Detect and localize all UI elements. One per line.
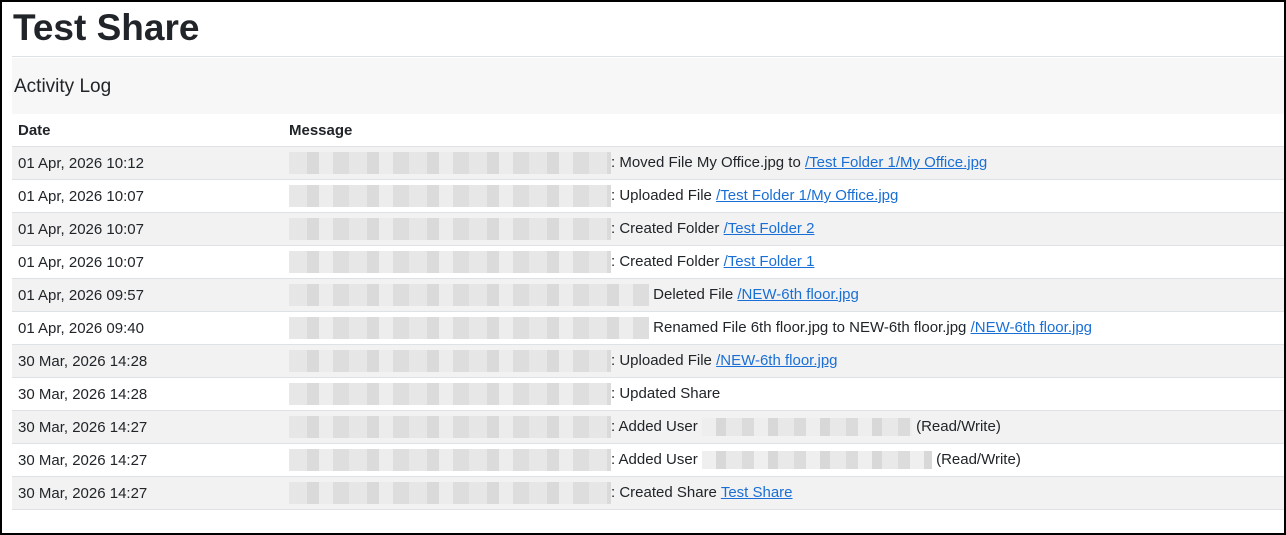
row-date: 30 Mar, 2026 14:27 — [12, 443, 283, 477]
message-text: Created Share — [619, 483, 721, 501]
redacted-actor — [289, 449, 611, 471]
message-link[interactable]: /NEW-6th floor.jpg — [737, 286, 858, 303]
page-frame: Test Share Activity Log Date Message 01 … — [0, 0, 1286, 535]
row-message: Renamed File 6th floor.jpg to NEW-6th fl… — [283, 311, 1284, 345]
message-link[interactable]: /Test Folder 1/My Office.jpg — [716, 187, 898, 204]
message-text: Created Folder — [619, 219, 724, 237]
redacted-actor — [289, 185, 611, 207]
row-message: : Moved File My Office.jpg to /Test Fold… — [283, 146, 1284, 180]
row-message: Deleted File /NEW-6th floor.jpg — [283, 278, 1284, 312]
row-date: 01 Apr, 2026 10:12 — [12, 146, 283, 180]
table-header-row: Date Message — [12, 115, 1284, 147]
row-date: 01 Apr, 2026 10:07 — [12, 212, 283, 246]
table-row: 01 Apr, 2026 09:40 Renamed File 6th floo… — [12, 311, 1284, 345]
message-suffix: (Read/Write) — [931, 450, 1021, 468]
redacted-actor — [289, 284, 649, 306]
message-text: Uploaded File — [619, 186, 717, 204]
table-row: 30 Mar, 2026 14:28: Updated Share — [12, 377, 1284, 411]
table-row: 30 Mar, 2026 14:28: Uploaded File /NEW-6… — [12, 344, 1284, 378]
title-divider — [12, 56, 1284, 57]
message-text: Uploaded File — [619, 351, 717, 369]
message-link[interactable]: Test Share — [721, 484, 793, 501]
row-message: : Updated Share — [283, 377, 1284, 411]
message-link[interactable]: /Test Folder 1 — [724, 253, 815, 270]
message-text: Added User — [618, 450, 702, 468]
message-text: Moved File My Office.jpg to — [619, 153, 805, 171]
message-separator: : — [611, 417, 619, 435]
row-message: : Uploaded File /NEW-6th floor.jpg — [283, 344, 1284, 378]
row-message: : Added User (Read/Write) — [283, 443, 1284, 477]
redacted-actor — [289, 383, 611, 405]
message-text: Added User — [618, 417, 702, 435]
message-separator: : — [611, 450, 619, 468]
row-date: 01 Apr, 2026 10:07 — [12, 245, 283, 279]
row-message: : Uploaded File /Test Folder 1/My Office… — [283, 179, 1284, 213]
redacted-user — [701, 418, 912, 436]
message-text: Updated Share — [619, 384, 721, 402]
section-header: Activity Log — [12, 58, 1284, 114]
page-title: Test Share — [13, 7, 200, 48]
message-text: Renamed File 6th floor.jpg to NEW-6th fl… — [653, 318, 971, 336]
message-suffix: (Read/Write) — [911, 417, 1001, 435]
redacted-user — [701, 451, 932, 469]
row-date: 30 Mar, 2026 14:27 — [12, 476, 283, 510]
activity-log-table: Date Message 01 Apr, 2026 10:12: Moved F… — [12, 115, 1284, 510]
redacted-actor — [289, 482, 611, 504]
row-message: : Created Folder /Test Folder 2 — [283, 212, 1284, 246]
table-row: 30 Mar, 2026 14:27: Added User (Read/Wri… — [12, 443, 1284, 477]
row-date: 30 Mar, 2026 14:28 — [12, 344, 283, 378]
table-row: 01 Apr, 2026 10:12: Moved File My Office… — [12, 146, 1284, 180]
redacted-actor — [289, 152, 611, 174]
table-row: 01 Apr, 2026 10:07: Uploaded File /Test … — [12, 179, 1284, 213]
message-text: Deleted File — [653, 285, 738, 303]
table-row: 01 Apr, 2026 10:07: Created Folder /Test… — [12, 245, 1284, 279]
section-title: Activity Log — [14, 76, 112, 97]
redacted-actor — [289, 317, 649, 339]
redacted-actor — [289, 350, 611, 372]
row-message: : Added User (Read/Write) — [283, 410, 1284, 444]
row-message: : Created Share Test Share — [283, 476, 1284, 510]
redacted-actor — [289, 218, 611, 240]
activity-log-body: 01 Apr, 2026 10:12: Moved File My Office… — [12, 146, 1284, 510]
date-column-header: Date — [12, 115, 283, 147]
redacted-actor — [289, 251, 611, 273]
message-link[interactable]: /NEW-6th floor.jpg — [716, 352, 837, 369]
redacted-actor — [289, 416, 611, 438]
row-message: : Created Folder /Test Folder 1 — [283, 245, 1284, 279]
message-link[interactable]: /Test Folder 1/My Office.jpg — [805, 154, 987, 171]
row-date: 30 Mar, 2026 14:27 — [12, 410, 283, 444]
table-row: 30 Mar, 2026 14:27: Created Share Test S… — [12, 476, 1284, 510]
row-date: 30 Mar, 2026 14:28 — [12, 377, 283, 411]
table-row: 01 Apr, 2026 10:07: Created Folder /Test… — [12, 212, 1284, 246]
message-link[interactable]: /NEW-6th floor.jpg — [971, 319, 1092, 336]
table-row: 30 Mar, 2026 14:27: Added User (Read/Wri… — [12, 410, 1284, 444]
row-date: 01 Apr, 2026 09:57 — [12, 278, 283, 312]
message-link[interactable]: /Test Folder 2 — [724, 220, 815, 237]
message-column-header: Message — [283, 115, 1284, 147]
row-date: 01 Apr, 2026 10:07 — [12, 179, 283, 213]
row-date: 01 Apr, 2026 09:40 — [12, 311, 283, 345]
table-row: 01 Apr, 2026 09:57 Deleted File /NEW-6th… — [12, 278, 1284, 312]
message-text: Created Folder — [619, 252, 724, 270]
